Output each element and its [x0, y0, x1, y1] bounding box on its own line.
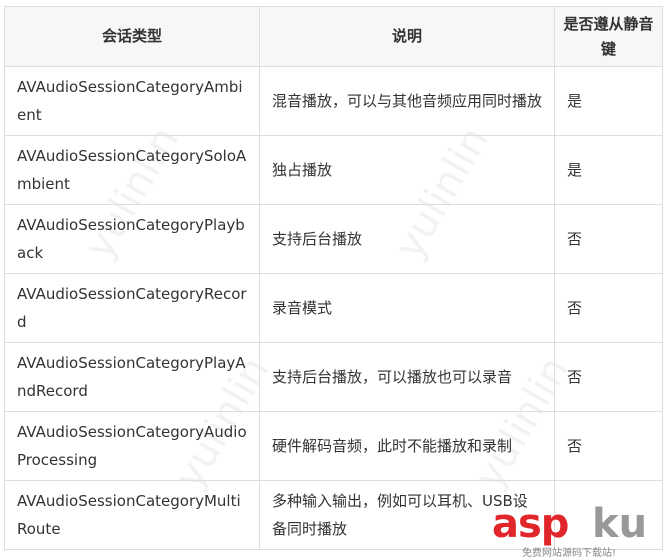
description-cell: 混音播放，可以与其他音频应用同时播放	[259, 66, 555, 136]
audio-session-category-table: 会话类型 说明 是否遵从静音键 AVAudioSessionCategoryAm…	[4, 6, 663, 550]
table-row: AVAudioSessionCategoryRecord 录音模式 否	[4, 273, 663, 343]
category-cell: AVAudioSessionCategoryAmbient	[4, 66, 260, 136]
description-cell: 录音模式	[259, 273, 555, 343]
table-row: AVAudioSessionCategorySoloAmbient 独占播放 是	[4, 135, 663, 205]
table-row: AVAudioSessionCategoryPlayback 支持后台播放 否	[4, 204, 663, 274]
table-row: AVAudioSessionCategoryAmbient 混音播放，可以与其他…	[4, 66, 663, 136]
description-cell: 独占播放	[259, 135, 555, 205]
category-cell: AVAudioSessionCategoryRecord	[4, 273, 260, 343]
table-row: AVAudioSessionCategoryAudioProcessing 硬件…	[4, 411, 663, 481]
table-header-row: 会话类型 说明 是否遵从静音键	[4, 6, 663, 67]
header-category: 会话类型	[4, 6, 260, 67]
category-cell: AVAudioSessionCategorySoloAmbient	[4, 135, 260, 205]
obeys-mute-cell	[554, 480, 663, 550]
category-cell: AVAudioSessionCategoryPlayAndRecord	[4, 342, 260, 412]
obeys-mute-cell: 否	[554, 204, 663, 274]
description-cell: 支持后台播放	[259, 204, 555, 274]
description-cell: 支持后台播放，可以播放也可以录音	[259, 342, 555, 412]
category-cell: AVAudioSessionCategoryMultiRoute	[4, 480, 260, 550]
obeys-mute-cell: 否	[554, 411, 663, 481]
header-obeys-mute: 是否遵从静音键	[554, 6, 663, 67]
description-cell: 硬件解码音频，此时不能播放和录制	[259, 411, 555, 481]
table-row: AVAudioSessionCategoryPlayAndRecord 支持后台…	[4, 342, 663, 412]
category-cell: AVAudioSessionCategoryPlayback	[4, 204, 260, 274]
obeys-mute-cell: 是	[554, 135, 663, 205]
header-description: 说明	[259, 6, 555, 67]
table-row: AVAudioSessionCategoryMultiRoute 多种输入输出，…	[4, 480, 663, 550]
description-cell: 多种输入输出，例如可以耳机、USB设备同时播放	[259, 480, 555, 550]
obeys-mute-cell: 是	[554, 66, 663, 136]
obeys-mute-cell: 否	[554, 273, 663, 343]
obeys-mute-cell: 否	[554, 342, 663, 412]
category-cell: AVAudioSessionCategoryAudioProcessing	[4, 411, 260, 481]
